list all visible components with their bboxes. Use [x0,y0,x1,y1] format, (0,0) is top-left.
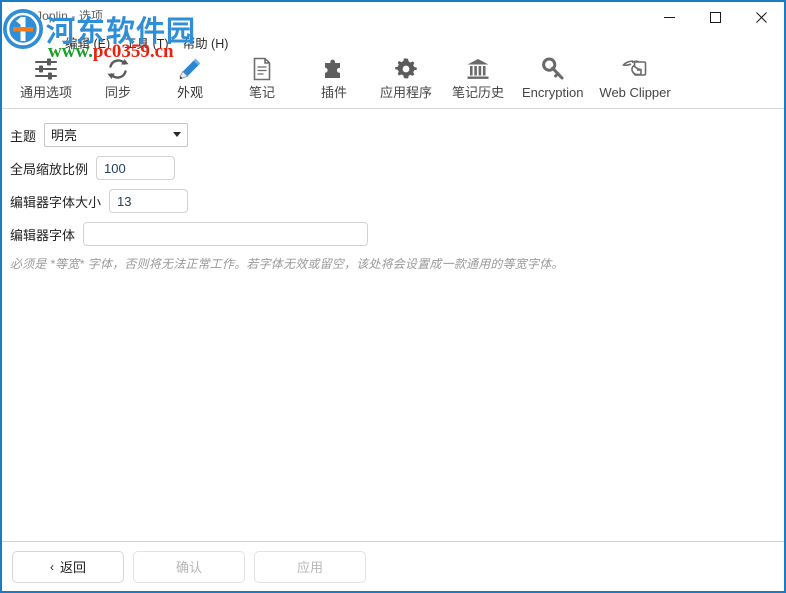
options-window: Joplin - 选项 编辑 (E) 工具 (T) 帮助 (H) 通用选项 同步… [0,0,786,593]
back-button[interactable]: ‹ 返回 [12,550,124,583]
key-icon [540,55,566,83]
field-row-zoom: 全局缩放比例 [10,156,784,180]
tab-encryption[interactable]: Encryption [514,53,591,101]
ok-button-label: 确认 [175,560,202,575]
chevron-left-icon: ‹ [49,559,54,574]
back-button-label: 返回 [59,560,86,575]
sync-icon [105,55,131,83]
tab-sync-label: 同步 [104,85,131,100]
tab-general-options-label: 通用选项 [19,85,72,100]
maximize-button[interactable] [692,2,738,33]
puzzle-icon [321,55,347,83]
menu-bar: 编辑 (E) 工具 (T) 帮助 (H) [2,31,784,53]
tab-appearance-label: 外观 [176,85,203,100]
apply-button[interactable]: 应用 [254,550,366,583]
tab-applications-label: 应用程序 [379,85,432,100]
tab-note-history[interactable]: 笔记历史 [442,53,514,101]
window-title: Joplin - 选项 [36,9,104,23]
apply-button-label: 应用 [296,560,323,575]
title-bar[interactable]: Joplin - 选项 [2,0,784,31]
tab-general-options[interactable]: 通用选项 [10,53,82,101]
menu-item-help[interactable]: 帮助 (H) [176,31,236,54]
editor-font-size-input[interactable] [109,189,189,213]
field-row-theme: 主题 明亮 黑暗 [10,123,784,147]
tab-applications[interactable]: 应用程序 [370,53,442,101]
bank-icon [465,55,491,83]
options-toolbar: 通用选项 同步 外观 笔记 插件 应用程序 笔记历史 Encryption We… [2,53,784,109]
editor-font-label: 编辑器字体 [10,227,76,243]
sliders-icon [33,55,59,83]
minimize-button[interactable] [646,2,692,33]
zoom-label: 全局缩放比例 [10,161,89,177]
dialog-footer: ‹ 返回 确认 应用 [2,541,784,591]
menu-item-tools[interactable]: 工具 (T) [117,31,175,54]
pencil-icon [177,55,203,83]
tab-notes-label: 笔记 [248,85,275,100]
zoom-input[interactable] [96,156,176,180]
tab-plugins[interactable]: 插件 [298,53,370,101]
window-controls [646,2,784,33]
gear-icon [393,55,419,83]
close-button[interactable] [738,2,784,33]
editor-font-size-label: 编辑器字体大小 [10,194,102,210]
menu-item-edit[interactable]: 编辑 (E) [58,31,117,54]
tab-appearance[interactable]: 外观 [154,53,226,101]
close-icon [755,12,767,23]
hand-clip-icon [621,55,649,83]
tab-web-clipper[interactable]: Web Clipper [591,53,678,101]
editor-font-input[interactable] [83,222,369,246]
theme-select-wrapper: 明亮 黑暗 [44,123,189,147]
minimize-icon [663,17,675,18]
appearance-settings-panel: 主题 明亮 黑暗 全局缩放比例 编辑器字体大小 编辑器字体 必须是 *等宽* 字… [2,109,784,541]
tab-encryption-label: Encryption [522,85,584,100]
editor-font-hint: 必须是 *等宽* 字体，否则将无法正常工作。若字体无效或留空，该处将会设置成一款… [10,257,564,271]
field-row-editor-font-size: 编辑器字体大小 [10,189,784,213]
tab-plugins-label: 插件 [320,85,347,100]
tab-web-clipper-label: Web Clipper [599,85,671,100]
ok-button[interactable]: 确认 [133,550,245,583]
tab-notes[interactable]: 笔记 [226,53,298,101]
theme-select[interactable]: 明亮 黑暗 [44,123,189,147]
tab-sync[interactable]: 同步 [82,53,154,101]
tab-note-history-label: 笔记历史 [451,85,504,100]
field-row-editor-font: 编辑器字体 [10,222,784,246]
document-icon [249,55,275,83]
maximize-icon [709,12,721,23]
theme-label: 主题 [10,128,37,144]
